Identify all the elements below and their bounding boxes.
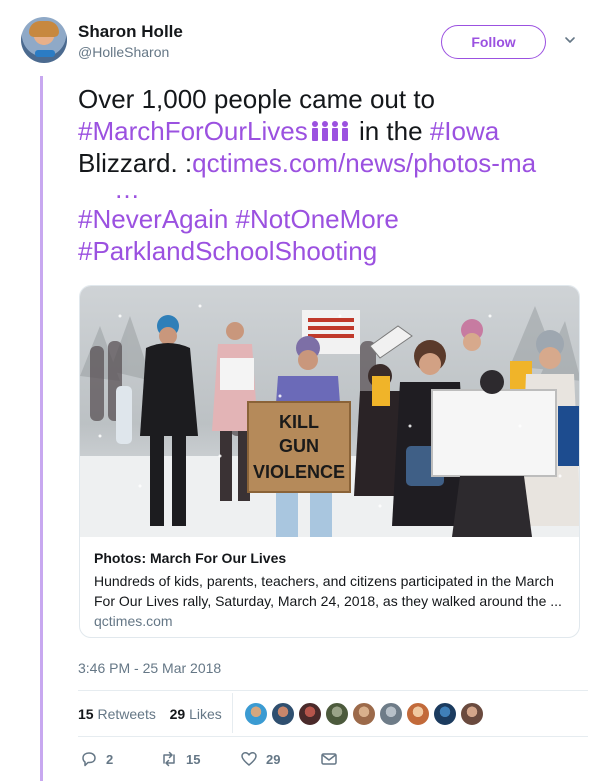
tweet-line-1: Over 1,000 people came out to: [78, 83, 588, 115]
likes-label[interactable]: Likes: [189, 706, 222, 722]
card-photo[interactable]: KILL GUN VIOLENCE: [80, 286, 580, 537]
like-action[interactable]: 29: [240, 750, 280, 768]
link-preview-card[interactable]: KILL GUN VIOLENCE Photos: March For Our …: [79, 285, 580, 638]
follow-button[interactable]: Follow: [441, 25, 546, 59]
card-description: Hundreds of kids, parents, teachers, and…: [94, 573, 562, 609]
author-avatar[interactable]: [21, 17, 67, 63]
liker-avatar[interactable]: [325, 702, 349, 726]
liker-avatar[interactable]: [433, 702, 457, 726]
liker-avatar[interactable]: [244, 702, 268, 726]
sign-text-kill: KILL: [279, 412, 319, 432]
author-handle[interactable]: @HolleSharon: [78, 44, 169, 60]
tweet-line-6: #ParklandSchoolShooting: [78, 235, 588, 267]
liker-avatar[interactable]: [460, 702, 484, 726]
likes-count[interactable]: 29: [170, 706, 186, 722]
retweet-icon: [163, 751, 175, 767]
sign-text-violence: VIOLENCE: [253, 462, 345, 482]
hashtag-marchforourlives[interactable]: #MarchForOurLives: [78, 116, 308, 146]
direct-message-action[interactable]: [320, 750, 338, 768]
tweet-timestamp[interactable]: 3:46 PM - 25 Mar 2018: [78, 660, 221, 676]
url-ellipsis[interactable]: …: [78, 176, 588, 203]
thread-line: [40, 76, 43, 781]
card-domain: qctimes.com: [94, 613, 173, 629]
hashtag-notonemore[interactable]: #NotOneMore: [236, 204, 399, 234]
like-count: 29: [266, 751, 281, 767]
chevron-down-icon[interactable]: [564, 34, 576, 46]
reply-action[interactable]: 2: [80, 750, 113, 768]
reply-icon: [82, 752, 96, 767]
stats-divider-bottom: [78, 736, 588, 737]
sign-text-gun: GUN: [279, 436, 319, 456]
tweet-stats: 15 Retweets 29 Likes: [78, 706, 222, 722]
tweet-actions: 2 15 29: [78, 750, 378, 772]
avatar-hair: [29, 21, 59, 37]
hashtag-parklandschoolshooting[interactable]: #ParklandSchoolShooting: [78, 236, 377, 266]
liker-avatar[interactable]: [379, 702, 403, 726]
tweet-line-3: Blizzard. :qctimes.com/news/photos-ma: [78, 147, 588, 179]
tweet-text-in-the: in the: [358, 116, 423, 146]
avatar-badge: [35, 50, 55, 57]
reply-count: 2: [106, 751, 114, 767]
hashtag-iowa[interactable]: #Iowa: [430, 116, 499, 146]
retweets-label[interactable]: Retweets: [97, 706, 155, 722]
stats-divider-top: [78, 690, 588, 691]
liker-avatar[interactable]: [406, 702, 430, 726]
family-emoji-icon: [311, 121, 348, 141]
author-name[interactable]: Sharon Holle: [78, 22, 183, 42]
liker-avatar[interactable]: [298, 702, 322, 726]
tweet-line-2: #MarchForOurLives in the #Iowa: [78, 115, 588, 147]
envelope-icon: [321, 753, 337, 765]
tweet-text-intro: Over 1,000 people came out to: [78, 84, 436, 114]
retweet-count: 15: [186, 751, 201, 767]
liker-avatar[interactable]: [352, 702, 376, 726]
retweet-action[interactable]: 15: [160, 750, 200, 768]
hashtag-neveragain[interactable]: #NeverAgain: [78, 204, 228, 234]
stats-separator: [232, 693, 233, 733]
heart-icon: [241, 752, 257, 766]
liker-avatar[interactable]: [271, 702, 295, 726]
tweet-text: Over 1,000 people came out to #MarchForO…: [78, 83, 588, 267]
retweets-count[interactable]: 15: [78, 706, 94, 722]
tweet-url-link[interactable]: qctimes.com/news/photos-ma: [192, 148, 536, 178]
card-title[interactable]: Photos: March For Our Lives: [94, 550, 286, 566]
tweet-line-5: #NeverAgain #NotOneMore: [78, 203, 588, 235]
